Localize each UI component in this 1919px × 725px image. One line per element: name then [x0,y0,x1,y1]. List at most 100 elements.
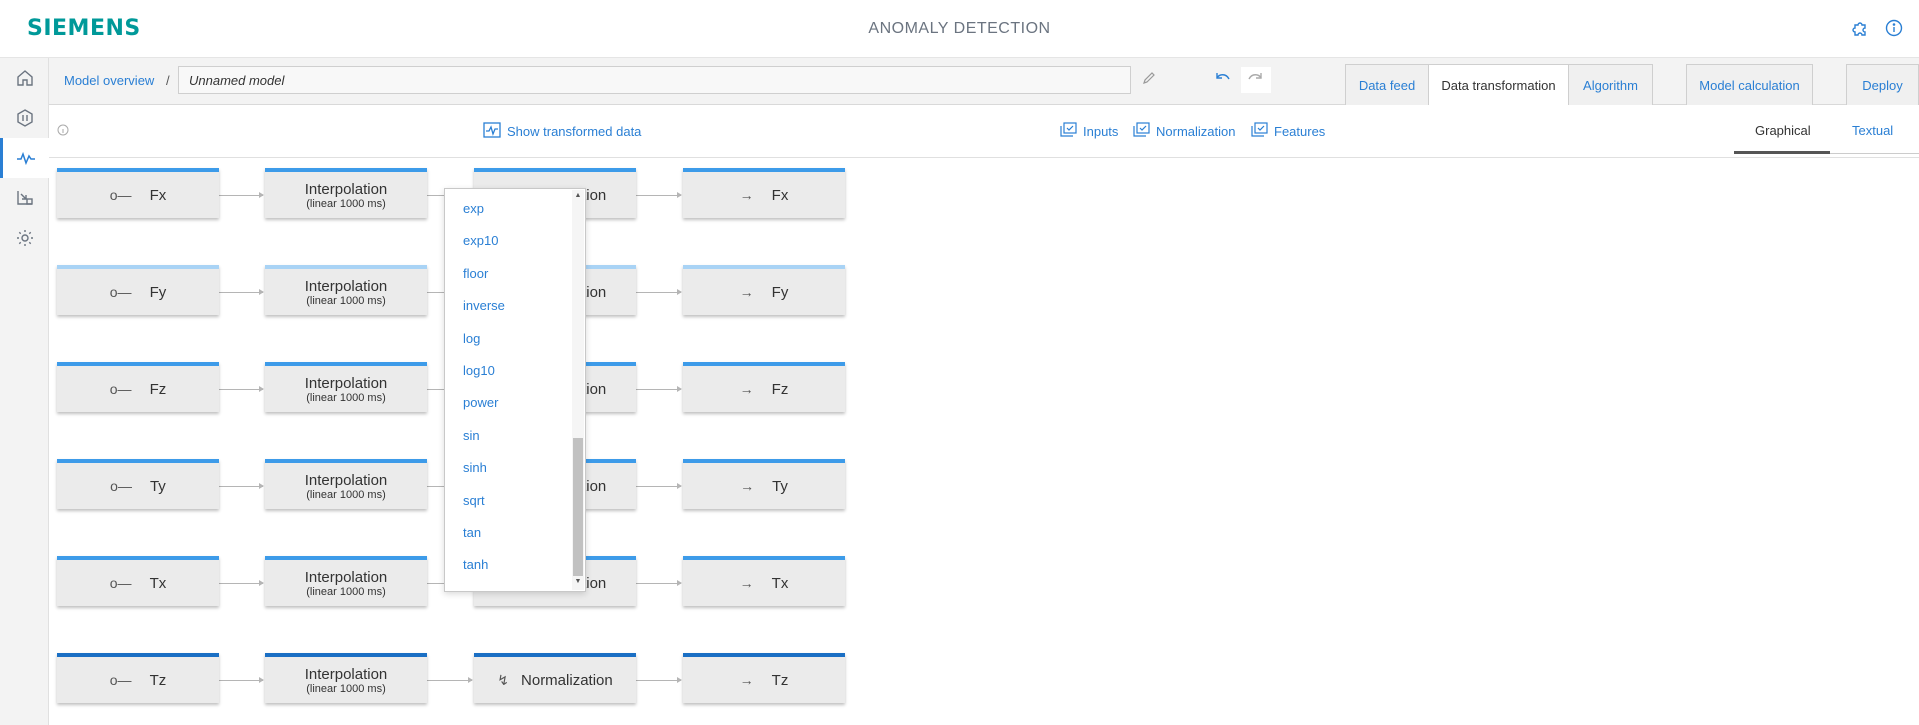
interpolation-subtitle: (linear 1000 ms) [306,294,386,307]
input-node[interactable]: o— Fz [57,362,219,412]
output-node[interactable]: → Fx [683,168,845,218]
normalization-node[interactable]: ↯ Normalization [474,653,636,703]
output-node[interactable]: → Tz [683,653,845,703]
input-signal-label: Ty [149,477,166,495]
interpolation-node[interactable]: Interpolation (linear 1000 ms) [265,168,427,218]
gear-icon[interactable] [0,218,49,258]
input-signal-label: Fz [149,380,167,398]
tab-deploy[interactable]: Deploy [1846,64,1919,105]
output-signal-label: Fx [771,186,789,204]
pipeline-connector [636,483,682,489]
interpolation-node[interactable]: Interpolation (linear 1000 ms) [265,556,427,606]
textual-tab-underline [1830,153,1919,154]
output-arrow-icon: → [739,672,754,688]
output-node[interactable]: → Tx [683,556,845,606]
dropdown-option[interactable]: exp [463,201,484,216]
output-node[interactable]: → Fy [683,265,845,315]
pipeline-connector [636,192,682,198]
home-icon[interactable] [0,58,49,98]
redo-button[interactable] [1241,67,1271,93]
scroll-down-icon[interactable]: ▼ [573,578,583,585]
view-tab-textual[interactable]: Textual [1852,123,1893,138]
normalization-link[interactable]: Normalization [1133,122,1235,140]
hexagon-icon[interactable] [0,98,49,138]
view-tab-graphical[interactable]: Graphical [1755,123,1811,138]
tab-algorithm[interactable]: Algorithm [1568,64,1653,105]
info-icon[interactable] [1884,19,1904,39]
app-header: SIEMENS ANOMALY DETECTION [0,0,1919,58]
output-arrow-icon: → [740,478,755,494]
inputs-link[interactable]: Inputs [1060,122,1118,140]
input-node[interactable]: o— Tz [57,653,219,703]
input-key-icon: o— [109,381,132,397]
interpolation-subtitle: (linear 1000 ms) [306,682,386,695]
info-small-icon[interactable] [57,124,69,139]
dropdown-scrollbar[interactable]: ▲ ▼ [572,190,584,590]
input-key-icon: o— [109,284,132,300]
normalization-label: Normalization [1156,123,1236,139]
interpolation-title: Interpolation [304,568,388,586]
normalization-icon: ↯ [497,671,510,688]
breadcrumb-separator: / [166,73,170,88]
input-node[interactable]: o— Tx [57,556,219,606]
input-node[interactable]: o— Ty [57,459,219,509]
undo-button[interactable] [1207,67,1237,93]
input-signal-label: Tx [149,574,167,592]
output-node[interactable]: → Fz [683,362,845,412]
output-node[interactable]: → Ty [683,459,845,509]
model-name-field[interactable]: Unnamed model [178,66,1131,94]
interpolation-title: Interpolation [304,277,388,295]
interpolation-node[interactable]: Interpolation (linear 1000 ms) [265,459,427,509]
interpolation-node[interactable]: Interpolation (linear 1000 ms) [265,362,427,412]
dropdown-option[interactable]: power [463,395,498,410]
output-signal-label: Fz [771,380,789,398]
breadcrumb-model-overview[interactable]: Model overview [64,73,154,88]
signal-icon[interactable] [0,138,49,178]
function-dropdown[interactable]: ▲ ▼ exp exp10 floor inverse log log10 power sin… [444,188,586,592]
output-arrow-icon: → [739,187,754,203]
features-link[interactable]: Features [1251,122,1325,140]
puzzle-icon[interactable] [1851,19,1871,39]
dropdown-option[interactable]: sin [463,428,480,443]
interpolation-subtitle: (linear 1000 ms) [306,197,386,210]
pipeline-canvas: o— Fx Interpolation (linear 1000 ms) ation → F… [49,158,1919,725]
show-transformed-data-label: Show transformed data [507,124,642,139]
interpolation-title: Interpolation [304,180,388,198]
interpolation-node[interactable]: Interpolation (linear 1000 ms) [265,265,427,315]
show-transformed-data-link[interactable]: Show transformed data [483,122,641,141]
dropdown-option[interactable]: log [463,331,480,346]
dropdown-option[interactable]: floor [463,266,488,281]
checklist-icon [1060,122,1077,140]
app-root: SIEMENS ANOMALY DETECTION Model overview… [0,0,1919,725]
transformation-subbar: Show transformed data Inputs Normalizati… [49,105,1919,158]
dropdown-option[interactable]: tan [463,525,481,540]
dropdown-option[interactable]: sqrt [463,493,485,508]
app-title: ANOMALY DETECTION [868,20,1051,37]
input-key-icon: o— [110,478,132,494]
interpolation-node[interactable]: Interpolation (linear 1000 ms) [265,653,427,703]
output-signal-label: Tx [771,574,789,592]
tab-data-transformation[interactable]: Data transformation [1428,64,1569,105]
checklist-icon [1251,122,1268,140]
tab-data-feed[interactable]: Data feed [1345,64,1429,105]
scrollbar-thumb[interactable] [573,438,583,576]
edit-pencil-icon[interactable] [1142,71,1156,88]
dropdown-option[interactable]: tanh [463,557,488,572]
dropdown-option[interactable]: log10 [463,363,495,378]
import-icon[interactable] [0,178,49,218]
tab-model-calculation[interactable]: Model calculation [1686,64,1813,105]
pipeline-connector [636,386,682,392]
interpolation-title: Interpolation [304,374,388,392]
scroll-up-icon[interactable]: ▲ [573,192,583,199]
dropdown-option[interactable]: exp10 [463,233,498,248]
input-node[interactable]: o— Fy [57,265,219,315]
dropdown-option[interactable]: sinh [463,460,487,475]
input-node[interactable]: o— Fx [57,168,219,218]
dropdown-option[interactable]: inverse [463,298,505,313]
input-signal-label: Fx [149,186,167,204]
interpolation-subtitle: (linear 1000 ms) [306,488,386,501]
inputs-label: Inputs [1083,123,1119,139]
model-toolbar: Model overview / Unnamed model Data feed… [49,58,1919,105]
pipeline-connector [219,483,264,489]
output-arrow-icon: → [739,575,754,591]
